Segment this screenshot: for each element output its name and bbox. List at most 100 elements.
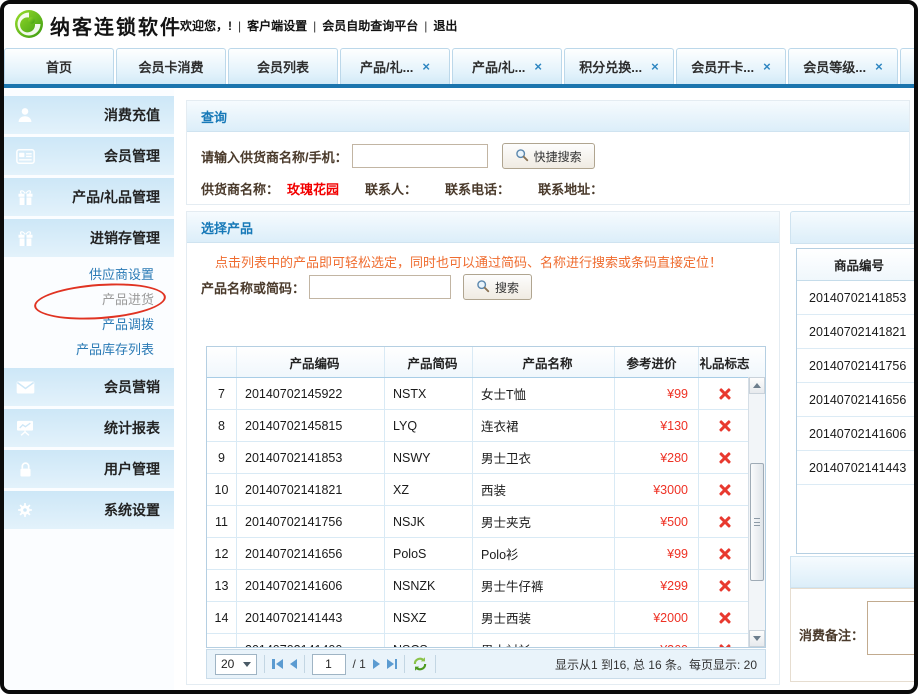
product-shortcode-cell: NSTX [385,378,473,409]
tab-close-icon[interactable]: × [422,60,430,73]
supplier-search-label: 请输入供货商名称/手机： [201,147,348,166]
selected-product-row[interactable]: 20140702141606 [797,417,918,451]
tab-供应商...[interactable]: 供应商...× [900,48,918,84]
table-row[interactable]: 920140702141853NSWY男士卫衣¥280 [207,442,765,474]
sidebar-item-系统设置[interactable]: 系统设置 [4,491,174,529]
tab-产品/礼...[interactable]: 产品/礼...× [340,48,450,84]
product-shortcode-cell: XZ [385,474,473,505]
sidebar-item-用户管理[interactable]: 用户管理 [4,450,174,488]
logout-link[interactable]: 退出 [433,17,457,34]
table-row[interactable]: 820140702145815LYQ连衣裙¥130 [207,410,765,442]
red-x-icon [718,643,731,648]
self-service-link[interactable]: 会员自助查询平台 [322,17,418,34]
product-code-cell: 20140702141756 [237,506,385,537]
consume-note-input[interactable] [867,601,918,655]
selected-products-table: 商品编号 20140702141853201407021418212014070… [796,248,918,554]
selected-product-row[interactable]: 20140702141821 [797,315,918,349]
product-table: 产品编码产品简码产品名称参考进价礼品标志 720140702145922NSTX… [206,346,766,648]
lock-icon [15,459,35,479]
table-row[interactable]: 1220140702141656PoloSPolo衫¥99 [207,538,765,570]
red-x-icon [718,547,731,560]
page-size-select[interactable]: 20 [215,654,257,675]
chart-icon [15,418,35,438]
client-settings-link[interactable]: 客户端设置 [247,17,307,34]
next-page-button[interactable] [373,659,380,669]
product-name-cell: 女士T恤 [473,378,615,409]
reference-price-cell: ¥99 [615,538,699,569]
tab-会员列表[interactable]: 会员列表 [228,48,338,84]
submenu-item-供应商设置[interactable]: 供应商设置 [4,262,174,287]
sidebar-item-消费充值[interactable]: 消费充值 [4,96,174,134]
selected-products-panel-header [790,211,918,244]
scroll-down-button[interactable] [749,630,765,647]
quick-search-button[interactable]: 快捷搜索 [502,143,595,169]
gift-flag-cell [699,442,750,473]
scrollbar-grip-icon [754,518,760,526]
product-search-input[interactable] [309,275,451,299]
tab-strip: 首页会员卡消费会员列表产品/礼...×产品/礼...×积分兑换...×会员开卡.… [4,48,918,84]
gift-flag-cell [699,506,750,537]
page-number-input[interactable] [312,654,346,675]
product-code-cell: 20140702141400 [237,634,385,648]
submenu-item-产品调拨[interactable]: 产品调拨 [4,312,174,337]
tab-会员等级...[interactable]: 会员等级...× [788,48,898,84]
sidebar-submenu: 供应商设置产品进货产品调拨产品库存列表 [4,260,174,364]
row-number-cell: 7 [207,378,237,409]
sidebar-item-会员营销[interactable]: 会员营销 [4,368,174,406]
tab-close-icon[interactable]: × [534,60,542,73]
scrollbar-thumb[interactable] [750,463,764,581]
product-shortcode-cell: NSCS [385,634,473,648]
tab-会员开卡...[interactable]: 会员开卡...× [676,48,786,84]
table-row[interactable]: 1020140702141821XZ西装¥3000 [207,474,765,506]
top-header: 纳客连锁软件 欢迎您，! | 客户端设置 | 会员自助查询平台 | 退出 [4,4,914,44]
selected-product-row[interactable]: 20140702141656 [797,383,918,417]
column-header-参考进价: 参考进价 [615,347,699,377]
table-row[interactable]: 20140702141400NSCS男士衬衫¥260 [207,634,765,648]
gift-flag-cell [699,378,750,409]
product-shortcode-cell: LYQ [385,410,473,441]
gear-icon [15,500,35,520]
reference-price-cell: ¥260 [615,634,699,648]
selected-product-row[interactable]: 20140702141853 [797,281,918,315]
tab-会员卡消费[interactable]: 会员卡消费 [116,48,226,84]
first-page-button[interactable] [272,659,283,669]
gift-flag-cell [699,634,750,648]
tab-产品/礼...[interactable]: 产品/礼...× [452,48,562,84]
refresh-icon[interactable] [412,656,428,672]
sidebar-item-进销存管理[interactable]: 进销存管理 [4,219,174,257]
product-shortcode-cell: NSNZK [385,570,473,601]
magnifier-icon [476,279,490,296]
product-panel-header: 选择产品 [187,212,779,243]
app-window: 纳客连锁软件 欢迎您，! | 客户端设置 | 会员自助查询平台 | 退出 首页会… [0,0,918,694]
supplier-search-input[interactable] [352,144,488,168]
product-table-header: 产品编码产品简码产品名称参考进价礼品标志 [207,347,765,378]
table-row[interactable]: 720140702145922NSTX女士T恤¥99 [207,378,765,410]
table-row[interactable]: 1420140702141443NSXZ男士西装¥2000 [207,602,765,634]
submenu-item-产品库存列表[interactable]: 产品库存列表 [4,337,174,362]
reference-price-cell: ¥99 [615,378,699,409]
sidebar-item-产品/礼品管理[interactable]: 产品/礼品管理 [4,178,174,216]
table-row[interactable]: 1120140702141756NSJK男士夹克¥500 [207,506,765,538]
contact-label: 联系人： [365,179,417,198]
tab-close-icon[interactable]: × [875,60,883,73]
vertical-scrollbar[interactable] [748,377,765,647]
tab-label: 首页 [46,57,72,76]
scroll-up-button[interactable] [749,377,765,394]
column-header-row-number [207,347,237,377]
prev-page-button[interactable] [290,659,297,669]
submenu-item-产品进货[interactable]: 产品进货 [4,287,174,312]
last-page-button[interactable] [387,659,398,669]
sidebar-item-统计报表[interactable]: 统计报表 [4,409,174,447]
tab-close-icon[interactable]: × [651,60,659,73]
tab-积分兑换...[interactable]: 积分兑换...× [564,48,674,84]
sidebar-item-会员管理[interactable]: 会员管理 [4,137,174,175]
product-search-button[interactable]: 搜索 [463,274,532,300]
product-name-cell: 男士牛仔裤 [473,570,615,601]
tab-close-icon[interactable]: × [763,60,771,73]
row-number-cell: 10 [207,474,237,505]
tab-首页[interactable]: 首页 [4,48,114,84]
selected-product-row[interactable]: 20140702141443 [797,451,918,485]
table-row[interactable]: 1320140702141606NSNZK男士牛仔裤¥299 [207,570,765,602]
logo-icon [14,9,44,39]
selected-product-row[interactable]: 20140702141756 [797,349,918,383]
